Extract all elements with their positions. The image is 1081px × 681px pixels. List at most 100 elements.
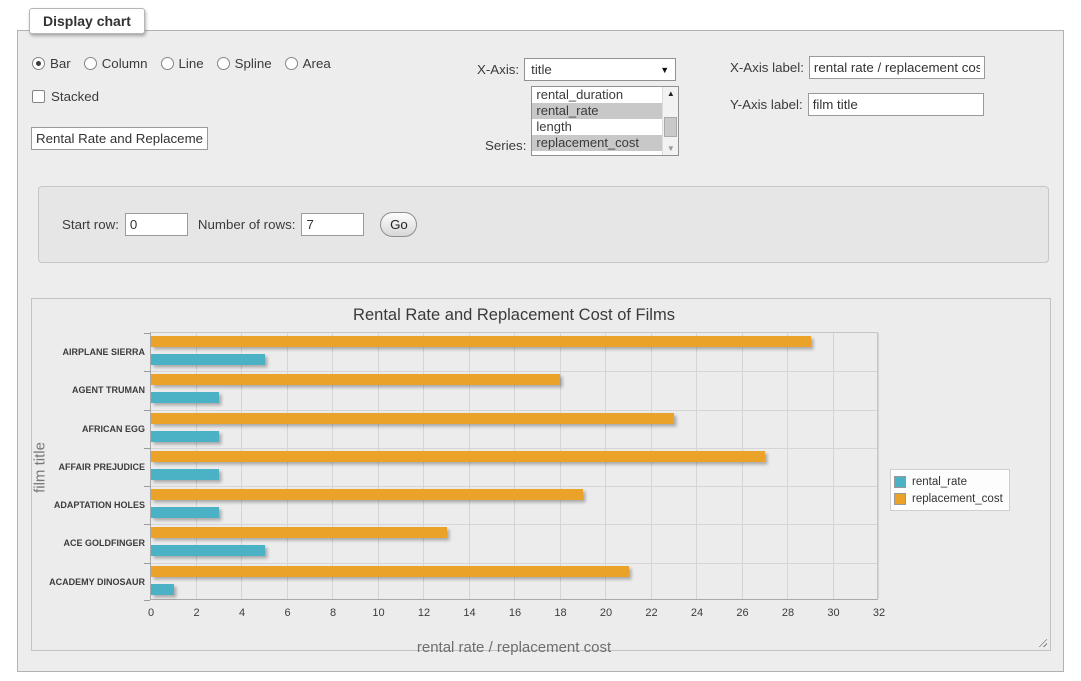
chart-legend: rental_rate replacement_cost (890, 469, 1010, 511)
gridline-x (469, 333, 470, 599)
x-tick-label: 10 (364, 607, 394, 619)
bar-replacement_cost-adaptation-holes (151, 489, 583, 500)
x-tick-label: 12 (409, 607, 439, 619)
start-row-label: Start row: (62, 217, 119, 232)
x-tick-label: 4 (227, 607, 257, 619)
x-axis-label-label: X-Axis label: (730, 60, 804, 75)
x-tick-label: 8 (318, 607, 348, 619)
series-option-replacement_cost[interactable]: replacement_cost (532, 135, 662, 151)
gridline-x (332, 333, 333, 599)
radio-icon[interactable] (161, 57, 174, 70)
radio-icon[interactable] (285, 57, 298, 70)
bar-replacement_cost-academy-dinosaur (151, 566, 629, 577)
series-options: rental_durationrental_ratelengthreplacem… (532, 87, 662, 155)
series-option-rental_rate[interactable]: rental_rate (532, 103, 662, 119)
radio-icon[interactable] (32, 57, 45, 70)
start-row-input[interactable] (125, 213, 188, 236)
x-tick-label: 14 (455, 607, 485, 619)
chart-title-input[interactable] (31, 127, 208, 150)
series-select-row: Series: rental_durationrental_ratelength… (485, 86, 679, 156)
legend-item-rental_rate: rental_rate (894, 473, 1003, 490)
num-rows-input[interactable] (301, 213, 364, 236)
bar-rental_rate-affair-prejudice (151, 469, 219, 480)
stacked-label: Stacked (51, 89, 99, 104)
legend-item-replacement_cost: replacement_cost (894, 490, 1003, 507)
chart-x-axis-label: rental rate / replacement cost (150, 639, 878, 656)
y-tick-mark (144, 524, 150, 525)
x-tick-label: 24 (682, 607, 712, 619)
gridline-x (241, 333, 242, 599)
gridline-y (151, 371, 877, 372)
stacked-checkbox[interactable] (32, 90, 45, 103)
scrollbar-track[interactable] (663, 100, 678, 142)
scroll-up-icon[interactable]: ▲ (663, 87, 678, 100)
bar-rental_rate-academy-dinosaur (151, 584, 174, 595)
y-tick-mark (144, 448, 150, 449)
bar-rental_rate-ace-goldfinger (151, 545, 265, 556)
y-tick-mark (144, 486, 150, 487)
plot-area: 02468101214161820222426283032AIRPLANE SI… (150, 332, 878, 600)
gridline-x (651, 333, 652, 599)
x-tick-label: 16 (500, 607, 530, 619)
radio-label: Spline (235, 56, 272, 71)
x-tick-label: 0 (136, 607, 166, 619)
category-label: ADAPTATION HOLES (41, 500, 145, 510)
bar-replacement_cost-airplane-sierra (151, 336, 811, 347)
gridline-x (560, 333, 561, 599)
y-tick-mark (144, 600, 150, 601)
x-tick-label: 20 (591, 607, 621, 619)
y-tick-mark (144, 333, 150, 334)
chart-type-option-line[interactable]: Line (161, 56, 204, 71)
x-tick-label: 22 (637, 607, 667, 619)
series-option-rental_duration[interactable]: rental_duration (532, 87, 662, 103)
y-tick-mark (144, 563, 150, 564)
gridline-x (196, 333, 197, 599)
gridline-x (742, 333, 743, 599)
bar-replacement_cost-african-egg (151, 413, 674, 424)
x-axis-label-input[interactable] (809, 56, 985, 79)
gridline-x (378, 333, 379, 599)
scroll-down-icon[interactable]: ▼ (663, 142, 678, 155)
series-select-label: Series: (485, 138, 526, 153)
bar-replacement_cost-ace-goldfinger (151, 527, 447, 538)
chart-type-option-column[interactable]: Column (84, 56, 148, 71)
legend-label: replacement_cost (912, 493, 1003, 505)
y-axis-label-label: Y-Axis label: (730, 97, 803, 112)
series-listbox[interactable]: rental_durationrental_ratelengthreplacem… (531, 86, 679, 156)
gridline-x (423, 333, 424, 599)
gridline-x (833, 333, 834, 599)
chart-type-option-spline[interactable]: Spline (217, 56, 272, 71)
display-chart-fieldset: Display chart BarColumnLineSplineArea St… (17, 30, 1064, 672)
stacked-checkbox-row[interactable]: Stacked (32, 89, 99, 104)
chevron-down-icon[interactable]: ▼ (660, 65, 669, 75)
y-axis-label-input[interactable] (808, 93, 984, 116)
legend-label: rental_rate (912, 476, 967, 488)
page: Display chart Bar Column Line Spline Area St… (0, 0, 1081, 681)
y-tick-mark (144, 371, 150, 372)
scrollbar-thumb[interactable] (664, 117, 677, 137)
radio-icon[interactable] (84, 57, 97, 70)
x-tick-label: 2 (182, 607, 212, 619)
bar-rental_rate-agent-truman (151, 392, 219, 403)
go-button[interactable]: Go (380, 212, 417, 237)
legend-swatch (894, 476, 906, 488)
listbox-scrollbar[interactable]: ▲ ▼ (662, 87, 678, 155)
gridline-x (787, 333, 788, 599)
gridline-y (151, 448, 877, 449)
x-axis-select[interactable]: title ▼ (524, 58, 676, 81)
category-label: AIRPLANE SIERRA (41, 347, 145, 357)
chart-type-option-area[interactable]: Area (285, 56, 331, 71)
radio-label: Area (303, 56, 331, 71)
series-option-length[interactable]: length (532, 119, 662, 135)
legend-swatch (894, 493, 906, 505)
x-axis-select-row: X-Axis: title ▼ (477, 58, 676, 81)
category-label: AGENT TRUMAN (41, 385, 145, 395)
radio-icon[interactable] (217, 57, 230, 70)
chart-type-option-bar[interactable]: Bar (32, 56, 71, 71)
chart-container: Rental Rate and Replacement Cost of Film… (31, 298, 1051, 651)
num-rows-label: Number of rows: (198, 217, 296, 232)
fieldset-legend: Display chart (29, 8, 145, 34)
resize-handle[interactable] (1036, 636, 1047, 647)
chart-y-axis-label: film title (32, 318, 49, 618)
x-tick-label: 28 (773, 607, 803, 619)
